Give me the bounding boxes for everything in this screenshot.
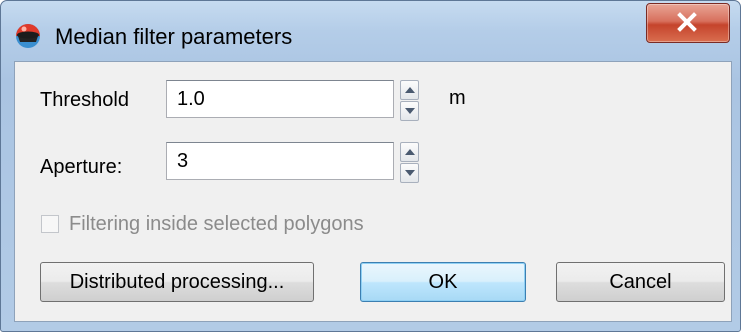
dialog-window: Median filter parameters Threshold m Ape…: [0, 0, 741, 332]
close-button[interactable]: [646, 3, 730, 43]
aperture-increment-button[interactable]: [400, 142, 419, 162]
threshold-input[interactable]: [167, 81, 393, 117]
aperture-input[interactable]: [167, 143, 393, 179]
title-bar[interactable]: Median filter parameters: [1, 1, 740, 61]
colored-sphere-icon: [15, 23, 41, 49]
window-title: Median filter parameters: [55, 24, 293, 49]
threshold-unit: m: [449, 87, 466, 109]
aperture-field[interactable]: [166, 142, 394, 180]
filter-polygons-checkbox[interactable]: [41, 215, 59, 233]
close-icon: [677, 12, 697, 32]
dialog-content: Threshold m Aperture: Fil: [14, 61, 732, 322]
threshold-label: Threshold: [40, 89, 129, 111]
aperture-decrement-button[interactable]: [400, 163, 419, 183]
cancel-button[interactable]: Cancel: [556, 262, 725, 302]
threshold-spinner[interactable]: [400, 80, 419, 121]
arrow-up-icon: [405, 87, 415, 93]
threshold-increment-button[interactable]: [400, 80, 419, 100]
arrow-up-icon: [405, 149, 415, 155]
aperture-label: Aperture:: [40, 156, 123, 178]
distributed-processing-button[interactable]: Distributed processing...: [40, 262, 314, 302]
threshold-field[interactable]: [166, 80, 394, 118]
ok-button[interactable]: OK: [360, 262, 526, 302]
arrow-down-icon: [405, 170, 415, 176]
arrow-down-icon: [405, 108, 415, 114]
aperture-spinner[interactable]: [400, 142, 419, 183]
threshold-decrement-button[interactable]: [400, 101, 419, 121]
filter-polygons-label: Filtering inside selected polygons: [69, 213, 364, 235]
